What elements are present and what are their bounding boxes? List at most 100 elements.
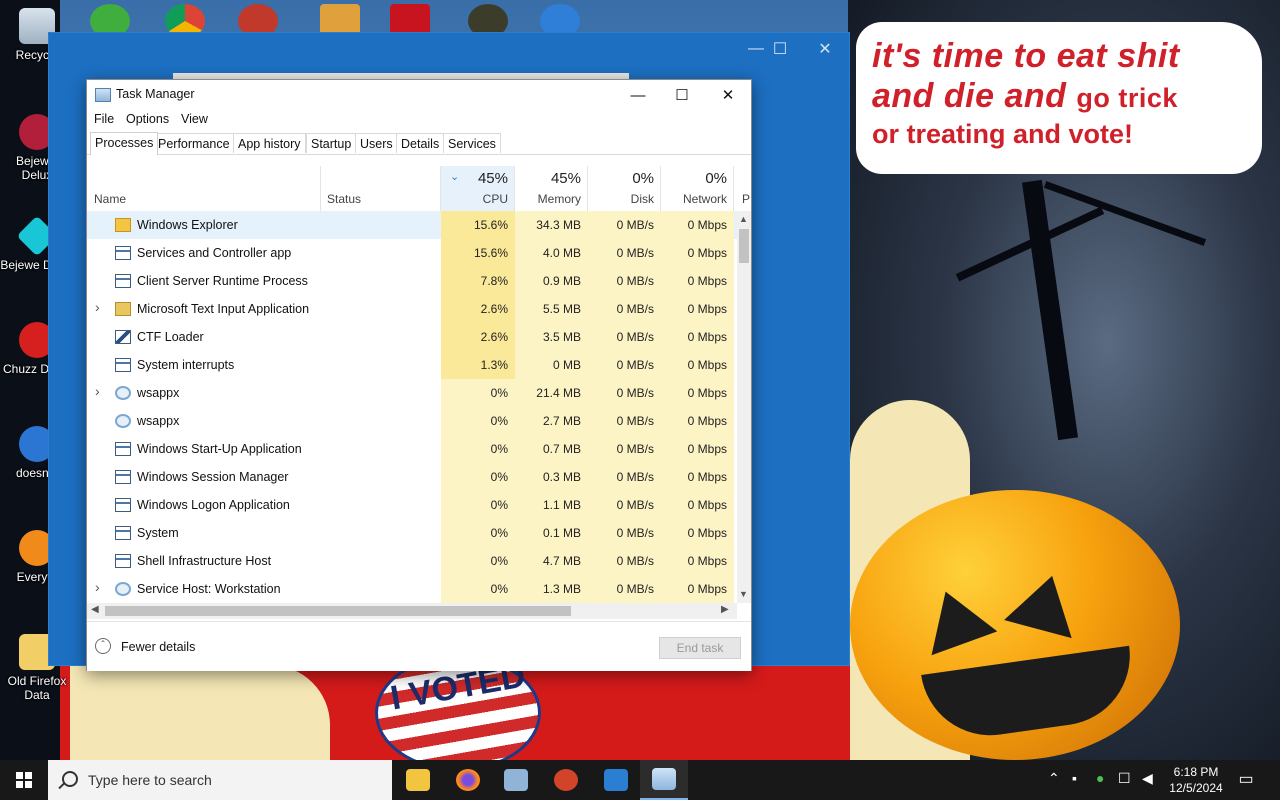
window-icon: [115, 554, 131, 568]
close-icon[interactable]: ✕: [802, 33, 848, 65]
expand-chevron-icon[interactable]: ›: [95, 579, 100, 595]
process-network: 0 Mbps: [687, 218, 727, 232]
scroll-down-icon[interactable]: ▼: [739, 589, 748, 599]
table-row[interactable]: Shell Infrastructure Host 0% 4.7 MB 0 MB/s 0…: [87, 547, 737, 575]
process-cpu: 0%: [490, 442, 508, 456]
process-memory: 0.9 MB: [542, 274, 581, 288]
column-power-label: P: [742, 192, 751, 206]
table-row[interactable]: Windows Logon Application 0% 1.1 MB 0 MB/s 0…: [87, 491, 737, 519]
search-box[interactable]: Type here to search: [48, 760, 392, 800]
taskbar-file-explorer[interactable]: [394, 760, 442, 800]
tray-chevron-icon[interactable]: ⌃: [1048, 770, 1060, 787]
process-disk: 0 MB/s: [616, 302, 654, 316]
scroll-left-icon[interactable]: ◀: [91, 604, 99, 615]
menu-options[interactable]: Options: [126, 112, 169, 126]
menu-view[interactable]: View: [181, 112, 208, 126]
process-network: 0 Mbps: [687, 302, 727, 316]
maximize-icon[interactable]: ☐: [757, 33, 803, 65]
column-disk[interactable]: 0% Disk: [588, 166, 661, 211]
task-manager-icon: [652, 768, 676, 790]
table-row[interactable]: System 0% 0.1 MB 0 MB/s 0 Mbps: [87, 519, 737, 547]
tab-details[interactable]: Details: [396, 133, 445, 153]
tab-app-history[interactable]: App history: [233, 133, 306, 153]
process-cpu: 15.6%: [473, 218, 508, 232]
process-network: 0 Mbps: [687, 498, 727, 512]
process-network: 0 Mbps: [687, 442, 727, 456]
process-cpu: 2.6%: [480, 302, 508, 316]
maximize-button[interactable]: ☐: [659, 80, 705, 110]
taskbar-task-manager[interactable]: [640, 760, 688, 800]
process-cpu: 0%: [490, 526, 508, 540]
process-name: Windows Session Manager: [137, 470, 289, 484]
taskbar-mail[interactable]: [592, 760, 640, 800]
column-disk-label: Disk: [630, 192, 654, 206]
task-manager-window[interactable]: Task Manager — ☐ ✕ File Options View Pro…: [86, 79, 752, 671]
close-button[interactable]: ✕: [705, 80, 751, 110]
tray-volume-icon[interactable]: ◀: [1142, 770, 1153, 787]
tab-processes[interactable]: Processes: [90, 132, 159, 155]
table-row[interactable]: Windows Session Manager 0% 0.3 MB 0 MB/s 0 M…: [87, 463, 737, 491]
title-bar[interactable]: Task Manager — ☐ ✕: [87, 80, 751, 110]
tab-users[interactable]: Users: [355, 133, 398, 153]
column-name[interactable]: Name: [87, 166, 321, 211]
tray-network-user-icon[interactable]: ●: [1096, 770, 1104, 786]
process-name: Client Server Runtime Process: [137, 274, 308, 288]
column-power[interactable]: P: [734, 166, 750, 211]
process-memory: 4.0 MB: [542, 246, 581, 260]
table-row[interactable]: CTF Loader 2.6% 3.5 MB 0 MB/s 0 Mbps: [87, 323, 737, 351]
process-cpu: 0%: [490, 470, 508, 484]
tray-network-icon[interactable]: ☐: [1118, 770, 1131, 787]
tab-services[interactable]: Services: [443, 133, 501, 153]
process-disk: 0 MB/s: [616, 554, 654, 568]
process-name: CTF Loader: [137, 330, 204, 344]
table-row[interactable]: System interrupts 1.3% 0 MB 0 MB/s 0 Mbps: [87, 351, 737, 379]
end-task-button[interactable]: End task: [659, 637, 741, 659]
column-memory[interactable]: 45% Memory: [515, 166, 588, 211]
process-name: Services and Controller app: [137, 246, 292, 260]
taskbar-3d-app[interactable]: [492, 760, 540, 800]
table-row[interactable]: › wsappx 0% 21.4 MB 0 MB/s 0 Mbps: [87, 379, 737, 407]
scroll-right-icon[interactable]: ▶: [721, 604, 729, 615]
table-row[interactable]: › Service Host: Workstation 0% 1.3 MB 0 MB/s…: [87, 575, 737, 603]
scroll-thumb[interactable]: [739, 229, 749, 263]
tab-startup[interactable]: Startup: [306, 133, 357, 153]
vertical-scrollbar[interactable]: ▲ ▼: [737, 211, 751, 603]
minimize-button[interactable]: —: [615, 80, 661, 110]
start-button[interactable]: [0, 760, 48, 800]
process-network: 0 Mbps: [687, 386, 727, 400]
expand-chevron-icon[interactable]: ›: [95, 299, 100, 315]
horizontal-scrollbar[interactable]: ◀ ▶: [87, 603, 737, 619]
taskbar-firefox[interactable]: [444, 760, 492, 800]
column-cpu[interactable]: ⌄ 45% CPU: [441, 166, 515, 211]
scroll-up-icon[interactable]: ▲: [739, 214, 748, 224]
table-row[interactable]: wsappx 0% 2.7 MB 0 MB/s 0 Mbps: [87, 407, 737, 435]
process-name: Windows Explorer: [137, 218, 238, 232]
column-network[interactable]: 0% Network: [661, 166, 734, 211]
table-row[interactable]: Windows Start-Up Application 0% 0.7 MB 0 MB…: [87, 435, 737, 463]
column-status-label: Status: [327, 192, 362, 206]
window-icon: [115, 358, 131, 372]
clock[interactable]: 6:18 PM 12/5/2024: [1158, 764, 1234, 796]
clock-date: 12/5/2024: [1169, 781, 1223, 795]
tray-storage-icon[interactable]: ▪: [1072, 770, 1077, 786]
window-icon: [115, 498, 131, 512]
table-row[interactable]: Windows Explorer 15.6% 34.3 MB 0 MB/s 0 Mbps: [87, 211, 737, 239]
table-row[interactable]: Client Server Runtime Process 7.8% 0.9 MB 0…: [87, 267, 737, 295]
expand-chevron-icon[interactable]: ›: [95, 383, 100, 399]
process-cpu: 0%: [490, 498, 508, 512]
process-disk: 0 MB/s: [616, 358, 654, 372]
table-row[interactable]: › Microsoft Text Input Application 2.6% 5.5…: [87, 295, 737, 323]
desktop-icon-label: Old Firefox Data: [7, 674, 67, 702]
tab-performance[interactable]: Performance: [153, 133, 235, 153]
fewer-details-link[interactable]: Fewer details: [121, 640, 195, 654]
menu-file[interactable]: File: [94, 112, 114, 126]
process-memory: 34.3 MB: [536, 218, 581, 232]
notification-icon[interactable]: ▭: [1236, 769, 1256, 789]
process-cpu: 1.3%: [480, 358, 508, 372]
chevron-up-icon[interactable]: ˆ: [95, 638, 111, 654]
column-status[interactable]: Status: [321, 166, 441, 211]
search-placeholder: Type here to search: [88, 772, 212, 788]
taskbar-browser[interactable]: [542, 760, 590, 800]
table-row[interactable]: Services and Controller app 15.6% 4.0 MB 0 …: [87, 239, 737, 267]
scroll-thumb[interactable]: [105, 606, 571, 616]
